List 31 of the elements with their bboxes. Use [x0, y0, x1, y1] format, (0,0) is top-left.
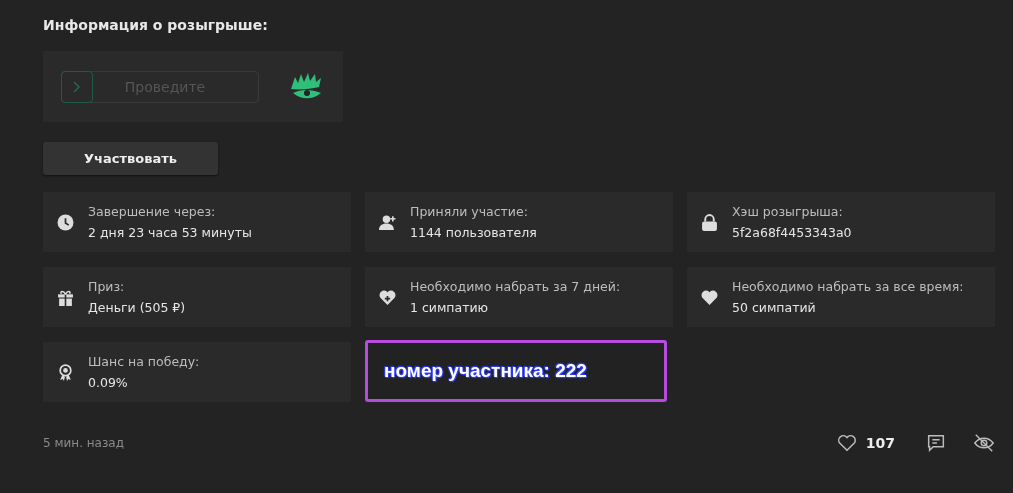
eye-off-icon[interactable] [973, 432, 995, 454]
slider-handle[interactable] [61, 70, 93, 103]
eye-logo-icon [289, 72, 323, 101]
heart-plus-icon [379, 288, 396, 306]
card-value: 50 симпатий [732, 300, 817, 315]
heart-icon [701, 288, 718, 306]
annotation-text: номер участника: 222 [384, 360, 587, 382]
like-count: 107 [865, 435, 895, 451]
card-label: Шанс на победу: [88, 354, 200, 369]
heart-icon[interactable] [835, 432, 858, 454]
clock-icon [57, 213, 74, 231]
card-value: 5f2a68f4453343a0 [732, 225, 852, 240]
comment-icon[interactable] [925, 432, 947, 454]
section-title: Информация о розыгрыше: [43, 17, 269, 33]
card-value: 1144 пользователя [410, 225, 537, 240]
card-label: Хэш розыгрыша: [732, 204, 844, 219]
card-value: Деньги (505 ₽) [88, 300, 186, 315]
card-label: Необходимо набрать за все время: [732, 279, 964, 294]
gift-icon [57, 288, 74, 306]
card-label: Приняли участие: [410, 204, 529, 219]
card-label: Необходимо набрать за 7 дней: [410, 279, 621, 294]
card-value: 0.09% [88, 375, 129, 390]
post-time: 5 мин. назад [43, 436, 125, 450]
participate-button[interactable]: Участвовать [43, 142, 218, 175]
medal-icon [57, 363, 74, 381]
lock-icon [701, 213, 718, 231]
card-value: 1 симпатию [410, 300, 490, 315]
card-value: 2 дня 23 часа 53 минуты [88, 225, 252, 240]
card-label: Завершение через: [88, 204, 217, 219]
card-label: Приз: [88, 279, 126, 294]
user-plus-icon [379, 213, 396, 231]
